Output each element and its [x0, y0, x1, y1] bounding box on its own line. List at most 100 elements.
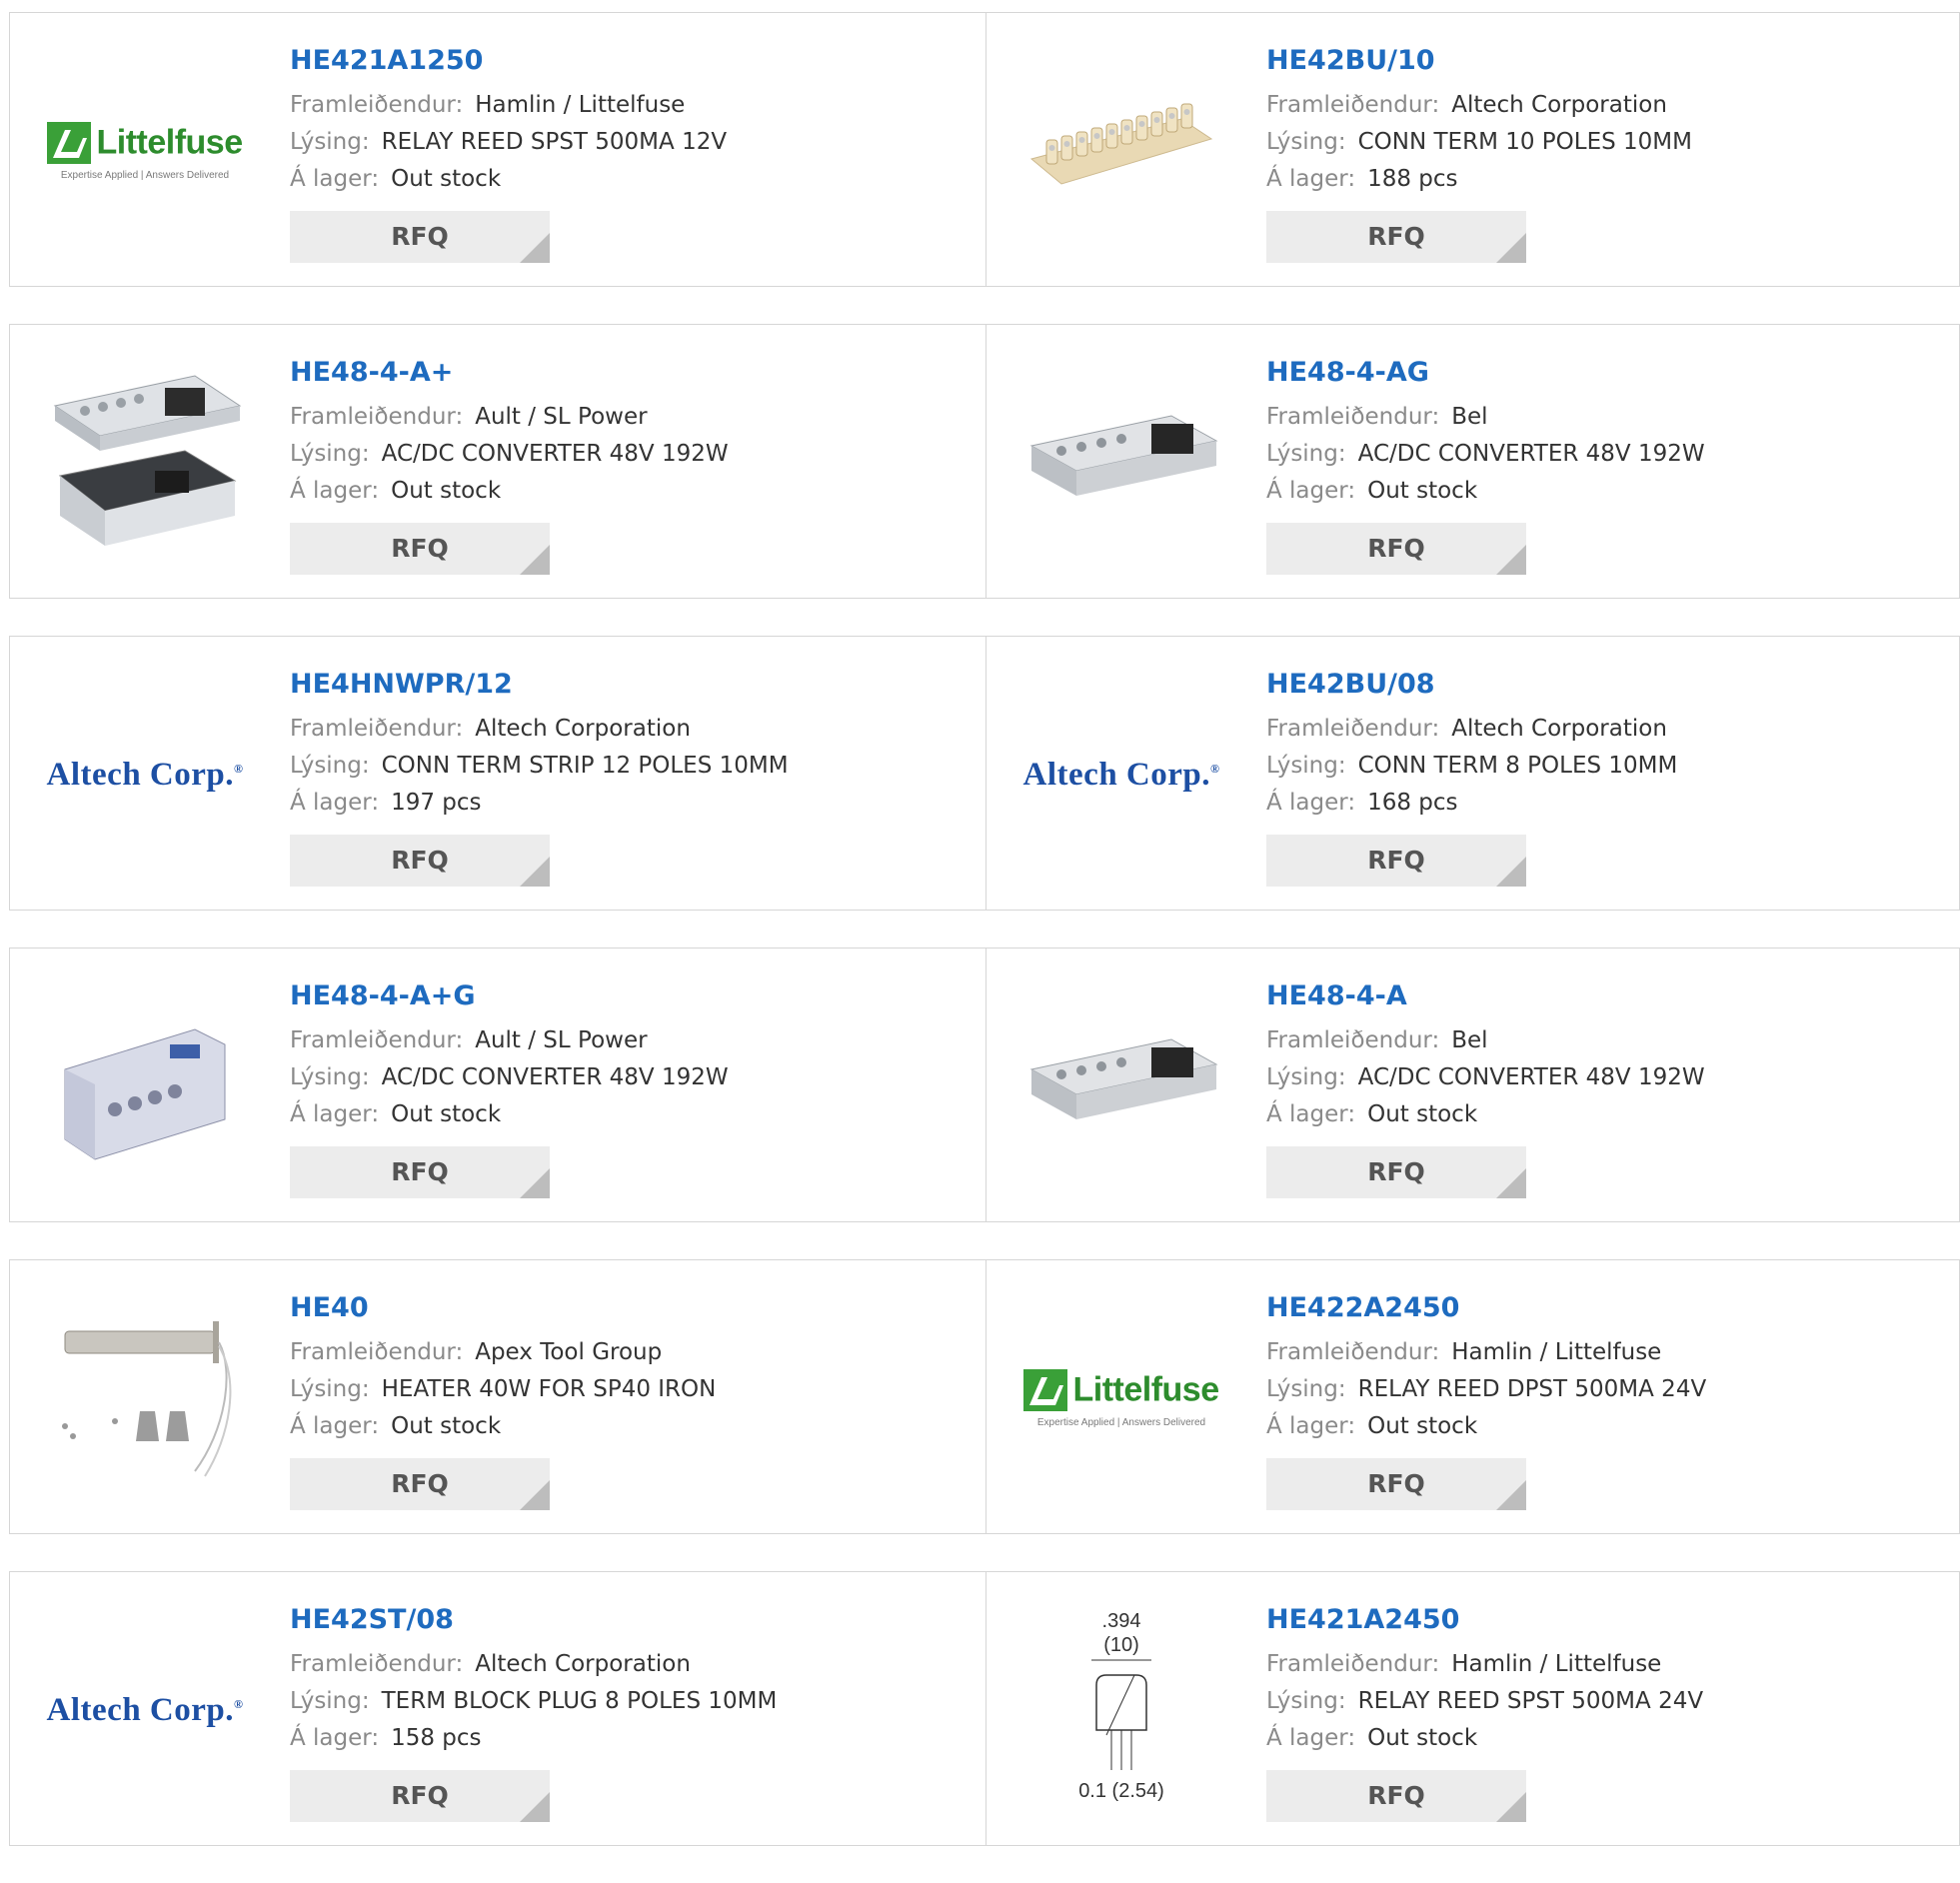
corner-triangle-icon — [520, 1168, 550, 1198]
product-card: HE48-4-AG Framleiðendur: Bel Lýsing: AC/DC C… — [986, 324, 1960, 599]
product-thumbnail[interactable] — [1016, 51, 1226, 251]
part-number-link[interactable]: HE48-4-A+G — [290, 978, 729, 1014]
product-thumbnail[interactable]: .394 (10) 0.1 (2.54) — [1016, 1610, 1226, 1810]
description-label: Lýsing: — [1266, 753, 1346, 779]
rfq-button[interactable]: RFQ — [1266, 523, 1526, 575]
rfq-label: RFQ — [391, 1469, 449, 1498]
product-thumbnail[interactable] — [40, 986, 250, 1186]
description-row: Lýsing: CONN TERM 10 POLES 10MM — [1266, 124, 1692, 161]
rfq-button[interactable]: RFQ — [290, 523, 550, 575]
product-info: HE4HNWPR/12 Framleiðendur: Altech Corporat… — [290, 667, 789, 887]
description-label: Lýsing: — [290, 129, 370, 155]
rfq-button[interactable]: RFQ — [290, 1458, 550, 1510]
description-row: Lýsing: AC/DC CONVERTER 48V 192W — [1266, 1059, 1705, 1096]
part-number-link[interactable]: HE48-4-A+ — [290, 355, 729, 391]
description-value: CONN TERM 8 POLES 10MM — [1357, 753, 1678, 779]
product-thumbnail[interactable] — [1016, 363, 1226, 563]
rfq-button[interactable]: RFQ — [1266, 835, 1526, 887]
manufacturer-label: Framleiðendur: — [1266, 1339, 1440, 1365]
rfq-button[interactable]: RFQ — [290, 1770, 550, 1822]
manufacturer-value: Bel — [1451, 404, 1488, 430]
manufacturer-value: Altech Corporation — [1451, 92, 1667, 118]
manufacturer-row: Framleiðendur: Ault / SL Power — [290, 1022, 729, 1059]
description-value: CONN TERM STRIP 12 POLES 10MM — [381, 753, 789, 779]
manufacturer-label: Framleiðendur: — [290, 404, 464, 430]
product-info: HE42BU/10 Framleiðendur: Altech Corporatio… — [1266, 43, 1692, 263]
description-row: Lýsing: CONN TERM 8 POLES 10MM — [1266, 748, 1677, 785]
stock-row: Á lager: 197 pcs — [290, 785, 789, 822]
rfq-label: RFQ — [1367, 1781, 1425, 1810]
manufacturer-label: Framleiðendur: — [1266, 1027, 1440, 1053]
product-row: HE48-4-A+G Framleiðendur: Ault / SL Power L… — [9, 947, 1960, 1222]
part-number-link[interactable]: HE422A2450 — [1266, 1290, 1706, 1326]
product-thumbnail[interactable]: Littelfuse Expertise Applied | Answers De… — [40, 51, 250, 251]
product-thumbnail[interactable]: Altech Corp.® — [1016, 675, 1226, 875]
manufacturer-label: Framleiðendur: — [290, 1651, 464, 1677]
part-number-link[interactable]: HE42BU/08 — [1266, 667, 1677, 703]
description-row: Lýsing: RELAY REED SPST 500MA 12V — [290, 124, 727, 161]
littelfuse-logo: Littelfuse Expertise Applied | Answers De… — [47, 121, 243, 181]
corner-triangle-icon — [520, 233, 550, 263]
rfq-button[interactable]: RFQ — [290, 211, 550, 263]
altech-logo: Altech Corp.® — [46, 1691, 244, 1728]
corner-triangle-icon — [1496, 1792, 1526, 1822]
part-number-link[interactable]: HE42BU/10 — [1266, 43, 1692, 79]
manufacturer-label: Framleiðendur: — [1266, 404, 1440, 430]
part-number-link[interactable]: HE4HNWPR/12 — [290, 667, 789, 703]
stock-row: Á lager: 158 pcs — [290, 1720, 777, 1757]
product-thumbnail[interactable]: Altech Corp.® — [40, 1610, 250, 1810]
product-info: HE48-4-A Framleiðendur: Bel Lýsing: AC/DC CO… — [1266, 978, 1705, 1198]
description-value: AC/DC CONVERTER 48V 192W — [381, 1064, 729, 1090]
rfq-button[interactable]: RFQ — [1266, 211, 1526, 263]
manufacturer-row: Framleiðendur: Altech Corporation — [290, 711, 789, 748]
product-card: Altech Corp.® HE42BU/08 Framleiðendur: Alte… — [986, 636, 1960, 911]
product-card: HE48-4-A Framleiðendur: Bel Lýsing: AC/DC CO… — [986, 947, 1960, 1222]
product-grid: Littelfuse Expertise Applied | Answers De… — [9, 12, 1960, 1883]
part-number-link[interactable]: HE421A1250 — [290, 43, 727, 79]
product-thumbnail[interactable] — [1016, 986, 1226, 1186]
stock-value: Out stock — [391, 1101, 502, 1127]
part-number-link[interactable]: HE48-4-AG — [1266, 355, 1705, 391]
description-row: Lýsing: AC/DC CONVERTER 48V 192W — [290, 1059, 729, 1096]
product-thumbnail[interactable]: Altech Corp.® — [40, 675, 250, 875]
stock-label: Á lager: — [1266, 790, 1356, 816]
manufacturer-row: Framleiðendur: Apex Tool Group — [290, 1334, 716, 1371]
rfq-label: RFQ — [1367, 1157, 1425, 1186]
dimension-label: (10) — [1103, 1634, 1139, 1656]
product-info: HE48-4-A+G Framleiðendur: Ault / SL Power L… — [290, 978, 729, 1198]
stock-label: Á lager: — [1266, 1725, 1356, 1751]
stock-value: 197 pcs — [391, 790, 482, 816]
product-thumbnail[interactable] — [40, 1298, 250, 1498]
corner-triangle-icon — [1496, 857, 1526, 887]
manufacturer-label: Framleiðendur: — [290, 92, 464, 118]
stock-value: Out stock — [1367, 478, 1478, 504]
rfq-button[interactable]: RFQ — [290, 835, 550, 887]
part-number-link[interactable]: HE40 — [290, 1290, 716, 1326]
part-number-link[interactable]: HE42ST/08 — [290, 1602, 777, 1638]
description-row: Lýsing: AC/DC CONVERTER 48V 192W — [1266, 436, 1705, 473]
corner-triangle-icon — [520, 1792, 550, 1822]
corner-triangle-icon — [520, 1480, 550, 1510]
product-info: HE421A1250 Framleiðendur: Hamlin / Littelf… — [290, 43, 727, 263]
rfq-button[interactable]: RFQ — [290, 1146, 550, 1198]
description-value: RELAY REED SPST 500MA 12V — [381, 129, 728, 155]
rfq-button[interactable]: RFQ — [1266, 1770, 1526, 1822]
power-supply-image — [45, 366, 245, 560]
rfq-button[interactable]: RFQ — [1266, 1458, 1526, 1510]
product-thumbnail[interactable]: Littelfuse Expertise Applied | Answers De… — [1016, 1298, 1226, 1498]
corner-triangle-icon — [1496, 1168, 1526, 1198]
description-value: CONN TERM 10 POLES 10MM — [1357, 129, 1692, 155]
description-label: Lýsing: — [290, 1688, 370, 1714]
part-number-link[interactable]: HE48-4-A — [1266, 978, 1705, 1014]
product-card: HE40 Framleiðendur: Apex Tool Group Lýsing:… — [9, 1259, 986, 1534]
product-info: HE421A2450 Framleiðendur: Hamlin / Littelf… — [1266, 1602, 1703, 1822]
product-thumbnail[interactable] — [40, 363, 250, 563]
terminal-strip-image — [1021, 79, 1221, 223]
power-supply-image — [1021, 989, 1221, 1183]
part-number-link[interactable]: HE421A2450 — [1266, 1602, 1703, 1638]
rfq-button[interactable]: RFQ — [1266, 1146, 1526, 1198]
littelfuse-logo: Littelfuse Expertise Applied | Answers De… — [1023, 1368, 1219, 1428]
corner-triangle-icon — [1496, 1480, 1526, 1510]
manufacturer-value: Hamlin / Littelfuse — [1451, 1339, 1662, 1365]
product-card: Littelfuse Expertise Applied | Answers De… — [986, 1259, 1960, 1534]
